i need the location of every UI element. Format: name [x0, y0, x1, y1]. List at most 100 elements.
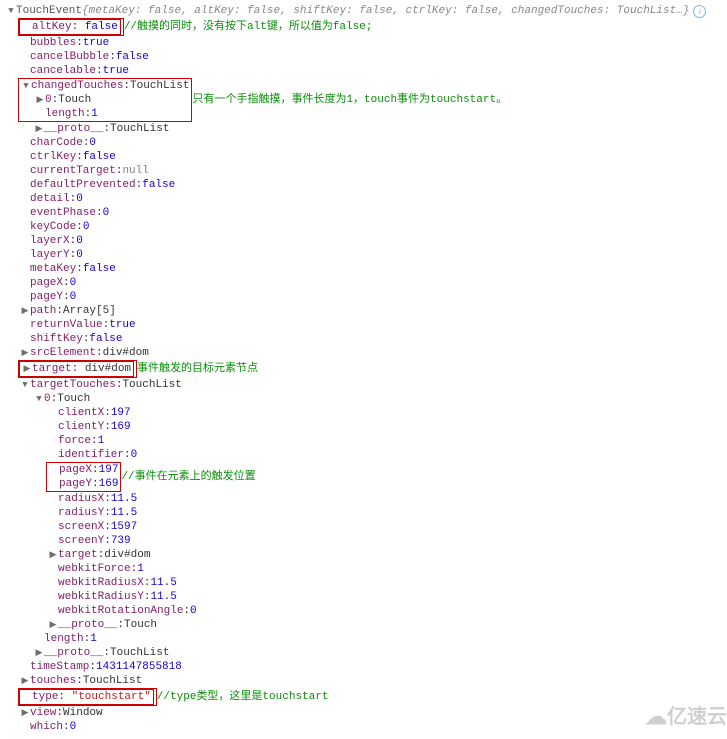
object-header[interactable]: ▼TouchEvent {metaKey: false, altKey: fal…	[6, 4, 727, 18]
prop-key: cancelBubble	[30, 50, 109, 64]
chevron-right-icon[interactable]: ▶	[35, 93, 45, 107]
prop-value: Window	[63, 706, 103, 720]
chevron-down-icon[interactable]: ▼	[20, 378, 30, 392]
chevron-right-icon[interactable]: ▶	[22, 362, 32, 376]
annotation: 只有一个手指触摸，事件长度为1，touch事件为touchstart。	[192, 93, 507, 107]
prop-value: false	[83, 150, 116, 164]
prop-value: Touch	[57, 392, 90, 406]
prop-value: false	[85, 21, 118, 33]
annotation: //事件在元素上的触发位置	[121, 470, 255, 484]
prop-key: timeStamp	[30, 660, 89, 674]
prop-key: altKey	[32, 21, 72, 33]
prop-key: clientY	[58, 420, 104, 434]
prop-row: ▶view: Window	[6, 706, 727, 720]
prop-row: webkitRadiusY: 11.5	[6, 590, 727, 604]
chevron-right-icon[interactable]: ▶	[20, 674, 30, 688]
prop-row: pageX: 197	[49, 463, 118, 477]
prop-value: 0	[76, 248, 83, 262]
prop-row: metaKey: false	[6, 262, 727, 276]
chevron-down-icon[interactable]: ▼	[34, 392, 44, 406]
prop-row: ▶target: div#dom	[6, 548, 727, 562]
prop-value: 169	[99, 477, 119, 491]
prop-value: 0	[76, 192, 83, 206]
prop-value: div#dom	[85, 363, 131, 375]
prop-row: returnValue: true	[6, 318, 727, 332]
prop-value: false	[89, 332, 122, 346]
chevron-right-icon[interactable]: ▶	[20, 706, 30, 720]
prop-key: __proto__	[44, 646, 103, 660]
prop-row: ▼targetTouches: TouchList	[6, 378, 727, 392]
chevron-down-icon[interactable]: ▼	[6, 4, 16, 18]
info-icon[interactable]: i	[693, 5, 706, 18]
prop-value: TouchList	[83, 674, 142, 688]
prop-key: pageX	[30, 276, 63, 290]
prop-row: screenX: 1597	[6, 520, 727, 534]
prop-key: pageY	[30, 290, 63, 304]
prop-row: webkitForce: 1	[6, 562, 727, 576]
prop-value: 1	[98, 434, 105, 448]
prop-value: true	[83, 36, 109, 50]
prop-row: pageY: 169	[49, 477, 118, 491]
prop-value: true	[109, 318, 135, 332]
prop-key: targetTouches	[30, 378, 116, 392]
prop-row: ▶__proto__: Touch	[6, 618, 727, 632]
prop-row: radiusX: 11.5	[6, 492, 727, 506]
prop-key: ctrlKey	[30, 150, 76, 164]
prop-row: radiusY: 11.5	[6, 506, 727, 520]
prop-row: eventPhase: 0	[6, 206, 727, 220]
prop-row: ▼changedTouches: TouchList▶0: Touchlengt…	[6, 78, 727, 122]
prop-key: touches	[30, 674, 76, 688]
prop-value: TouchList	[110, 646, 169, 660]
prop-key: screenY	[58, 534, 104, 548]
prop-value: div#dom	[103, 346, 149, 360]
prop-value: 0	[89, 136, 96, 150]
prop-value: 169	[111, 420, 131, 434]
chevron-right-icon[interactable]: ▶	[20, 346, 30, 360]
prop-value: 1	[91, 107, 98, 121]
prop-row: ▼0: Touch	[6, 392, 727, 406]
prop-key: returnValue	[30, 318, 103, 332]
prop-key: layerX	[30, 234, 70, 248]
chevron-right-icon[interactable]: ▶	[34, 646, 44, 660]
prop-value: Array[5]	[63, 304, 116, 318]
prop-key: srcElement	[30, 346, 96, 360]
prop-value: 0	[131, 448, 138, 462]
object-preview: {metaKey: false, altKey: false, shiftKey…	[82, 4, 689, 18]
chevron-down-icon[interactable]: ▼	[21, 79, 31, 93]
prop-value: "touchstart"	[72, 691, 151, 703]
prop-value: null	[122, 164, 148, 178]
prop-row: cancelable: true	[6, 64, 727, 78]
prop-key: shiftKey	[30, 332, 83, 346]
annotation: //type类型，这里是touchstart	[157, 690, 329, 704]
prop-row: clientY: 169	[6, 420, 727, 434]
prop-value: Touch	[124, 618, 157, 632]
prop-row: webkitRotationAngle: 0	[6, 604, 727, 618]
prop-key: layerY	[30, 248, 70, 262]
prop-key: webkitRotationAngle	[58, 604, 183, 618]
prop-value: 197	[111, 406, 131, 420]
prop-value: div#dom	[104, 548, 150, 562]
prop-value: false	[83, 262, 116, 276]
chevron-right-icon[interactable]: ▶	[48, 548, 58, 562]
prop-value: 11.5	[150, 590, 176, 604]
prop-value: 1	[137, 562, 144, 576]
prop-row: ▶srcElement: div#dom	[6, 346, 727, 360]
prop-row: clientX: 197	[6, 406, 727, 420]
prop-value: TouchList	[130, 79, 189, 93]
object-type: TouchEvent	[16, 4, 82, 18]
prop-key: which	[30, 720, 63, 734]
prop-key: length	[44, 632, 84, 646]
prop-key: length	[45, 107, 85, 121]
prop-key: 0	[45, 93, 52, 107]
prop-row: which: 0	[6, 720, 727, 734]
prop-row: pageY: 0	[6, 290, 727, 304]
chevron-right-icon[interactable]: ▶	[20, 304, 30, 318]
chevron-right-icon[interactable]: ▶	[48, 618, 58, 632]
prop-key: view	[30, 706, 56, 720]
prop-key: path	[30, 304, 56, 318]
chevron-right-icon[interactable]: ▶	[34, 122, 44, 136]
prop-row: timeStamp: 1431147855818	[6, 660, 727, 674]
prop-value: 0	[76, 234, 83, 248]
prop-row: ctrlKey: false	[6, 150, 727, 164]
prop-value: 0	[70, 276, 77, 290]
